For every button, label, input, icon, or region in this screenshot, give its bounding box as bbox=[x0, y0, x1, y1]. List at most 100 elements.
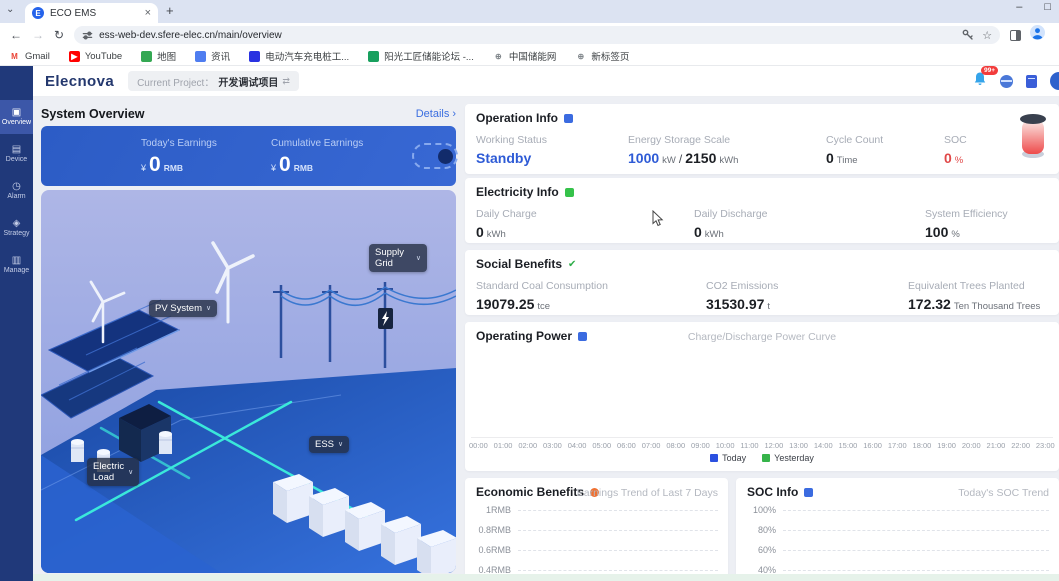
chevron-down-icon: ∨ bbox=[128, 467, 133, 478]
sidebar-item-device[interactable]: ▤ Device bbox=[0, 137, 33, 171]
forward-button[interactable]: → bbox=[32, 28, 44, 42]
x-tick-label: 15:00 bbox=[839, 441, 858, 450]
soc-label: SOC bbox=[944, 134, 967, 146]
bookmark-icon: M bbox=[9, 51, 20, 62]
back-button[interactable]: ← bbox=[10, 28, 22, 42]
tab-search-icon[interactable]: ⌄ bbox=[6, 4, 14, 15]
app-sidebar: ▣ Overview ▤ Device ◷ Alarm ◈ Strategy ▥… bbox=[0, 66, 33, 581]
bookmark-item[interactable]: ▶ YouTube bbox=[69, 51, 122, 62]
operating-power-card: Operating Power Charge/Discharge Power C… bbox=[465, 322, 1059, 471]
earnings-card: Today's Earnings ¥ 0 RMB Cumulative Earn… bbox=[41, 126, 456, 186]
daily-discharge-label: Daily Discharge bbox=[694, 208, 768, 220]
supply-grid-label[interactable]: Supply Grid ∨ bbox=[369, 244, 427, 272]
x-tick-label: 05:00 bbox=[592, 441, 611, 450]
x-tick-label: 17:00 bbox=[888, 441, 907, 450]
storage-power-value: 1000 bbox=[628, 150, 659, 166]
browser-profile-avatar[interactable] bbox=[1030, 25, 1045, 45]
x-tick-label: 03:00 bbox=[543, 441, 562, 450]
password-key-icon[interactable] bbox=[962, 29, 974, 41]
bookmark-item[interactable]: ⊕ 新标签页 bbox=[575, 49, 629, 63]
earnings-trend-subtitle: Earnings Trend of Last 7 Days bbox=[577, 487, 718, 499]
tab-close-icon[interactable]: × bbox=[145, 7, 151, 19]
y-tick-label: 60% bbox=[746, 545, 776, 555]
elecnova-logo[interactable]: Elecnova bbox=[45, 73, 114, 90]
sidebar-item-label: Strategy bbox=[3, 230, 29, 237]
bookmark-item[interactable]: ⊕ 中国储能网 bbox=[493, 49, 557, 63]
window-maximize-button[interactable]: □ bbox=[1044, 1, 1051, 13]
gridline bbox=[783, 510, 1049, 511]
social-benefits-card: Social Benefits ✔ Standard Coal Consumpt… bbox=[465, 250, 1059, 315]
sidebar-item-label: Overview bbox=[2, 119, 31, 126]
tab-title: ECO EMS bbox=[50, 8, 139, 19]
bookmark-item[interactable]: 阳光工匠储能论坛 -... bbox=[368, 49, 474, 63]
bookmark-item[interactable]: 地图 bbox=[141, 49, 176, 63]
project-swap-icon[interactable]: ⇄ bbox=[282, 76, 290, 87]
chart-grid-row: 0.6RMB bbox=[475, 540, 718, 560]
soc-info-title: SOC Info bbox=[747, 485, 798, 499]
legend-item[interactable]: Today bbox=[710, 453, 746, 463]
coal-consumption-label: Standard Coal Consumption bbox=[476, 280, 608, 292]
battery-illustration bbox=[1017, 112, 1049, 165]
bookmark-star-icon[interactable]: ☆ bbox=[982, 29, 992, 42]
co2-emissions-label: CO2 Emissions bbox=[706, 280, 778, 292]
x-tick-label: 00:00 bbox=[469, 441, 488, 450]
earnings-chart-grid: 1RMB 0.8RMB 0.6RMB 0.4RMB bbox=[475, 500, 718, 580]
user-avatar[interactable] bbox=[1050, 72, 1059, 90]
bookmarks-bar: M Gmail ▶ YouTube 地图 资讯 电动汽车充电桩工... bbox=[0, 47, 1059, 66]
earnings-toggle[interactable] bbox=[412, 143, 458, 169]
bookmark-icon: ▶ bbox=[69, 51, 80, 62]
soc-info-icon bbox=[804, 488, 813, 497]
electric-load-label[interactable]: Electric Load ∨ bbox=[87, 458, 139, 486]
manage-icon: ▥ bbox=[12, 256, 21, 266]
y-tick-label: 0.8RMB bbox=[475, 525, 511, 535]
chart-grid-row: 100% bbox=[746, 500, 1049, 520]
soc-info-card: SOC Info Today's SOC Trend 100% 80% 60% bbox=[736, 478, 1059, 581]
system-efficiency-value: 100 bbox=[925, 224, 948, 240]
address-bar[interactable]: ess-web-dev.sfere-elec.cn/main/overview … bbox=[74, 26, 1000, 44]
url-text[interactable]: ess-web-dev.sfere-elec.cn/main/overview bbox=[99, 30, 962, 41]
x-tick-label: 21:00 bbox=[987, 441, 1006, 450]
reload-button[interactable]: ↻ bbox=[54, 28, 64, 42]
docs-book-icon[interactable] bbox=[1026, 75, 1037, 88]
sidebar-item-strategy[interactable]: ◈ Strategy bbox=[0, 211, 33, 245]
notification-bell-icon[interactable]: 99+ bbox=[973, 71, 987, 91]
new-tab-button[interactable]: + bbox=[166, 3, 174, 18]
bookmark-label: YouTube bbox=[85, 51, 122, 62]
browser-tab[interactable]: E ECO EMS × bbox=[25, 3, 158, 23]
bookmark-item[interactable]: M Gmail bbox=[9, 51, 50, 62]
legend-label: Yesterday bbox=[774, 453, 814, 463]
electricity-info-card: Electricity Info Daily Charge 0 kWh Dail… bbox=[465, 178, 1059, 243]
sidebar-item-overview[interactable]: ▣ Overview bbox=[0, 100, 33, 134]
operation-info-card: Operation Info Working Status Standby En… bbox=[465, 104, 1059, 174]
bookmark-icon bbox=[195, 51, 206, 62]
site-info-icon[interactable] bbox=[82, 30, 93, 41]
power-chart-plot-area bbox=[471, 350, 1053, 438]
gridline bbox=[518, 530, 718, 531]
bookmark-label: 地图 bbox=[157, 49, 176, 63]
gridline bbox=[783, 550, 1049, 551]
details-link[interactable]: Details › bbox=[416, 108, 456, 120]
chart-grid-row: 0.8RMB bbox=[475, 520, 718, 540]
x-tick-label: 12:00 bbox=[765, 441, 784, 450]
sidebar-item-alarm[interactable]: ◷ Alarm bbox=[0, 174, 33, 208]
x-tick-label: 18:00 bbox=[913, 441, 932, 450]
soc-trend-subtitle: Today's SOC Trend bbox=[958, 487, 1049, 499]
operation-info-icon bbox=[564, 114, 573, 123]
currency-symbol: ¥ bbox=[141, 163, 146, 173]
ess-label[interactable]: ESS ∨ bbox=[309, 436, 349, 453]
language-globe-icon[interactable] bbox=[1000, 75, 1013, 88]
side-panel-icon[interactable] bbox=[1010, 30, 1021, 41]
pv-system-label[interactable]: PV System ∨ bbox=[149, 300, 217, 317]
cycle-count-value: 0 bbox=[826, 150, 834, 166]
current-project-selector[interactable]: Current Project： 开发调试项目 ⇄ bbox=[128, 71, 299, 91]
toggle-knob bbox=[438, 149, 453, 164]
bookmark-item[interactable]: 电动汽车充电桩工... bbox=[249, 49, 349, 63]
sidebar-item-manage[interactable]: ▥ Manage bbox=[0, 248, 33, 282]
bookmark-item[interactable]: 资讯 bbox=[195, 49, 230, 63]
storage-capacity-value: 2150 bbox=[685, 150, 716, 166]
bookmark-icon: ⊕ bbox=[575, 51, 586, 62]
window-minimize-button[interactable]: – bbox=[1016, 1, 1022, 13]
legend-item[interactable]: Yesterday bbox=[762, 453, 814, 463]
coal-consumption-value: 19079.25 bbox=[476, 296, 534, 312]
chart-grid-row: 1RMB bbox=[475, 500, 718, 520]
